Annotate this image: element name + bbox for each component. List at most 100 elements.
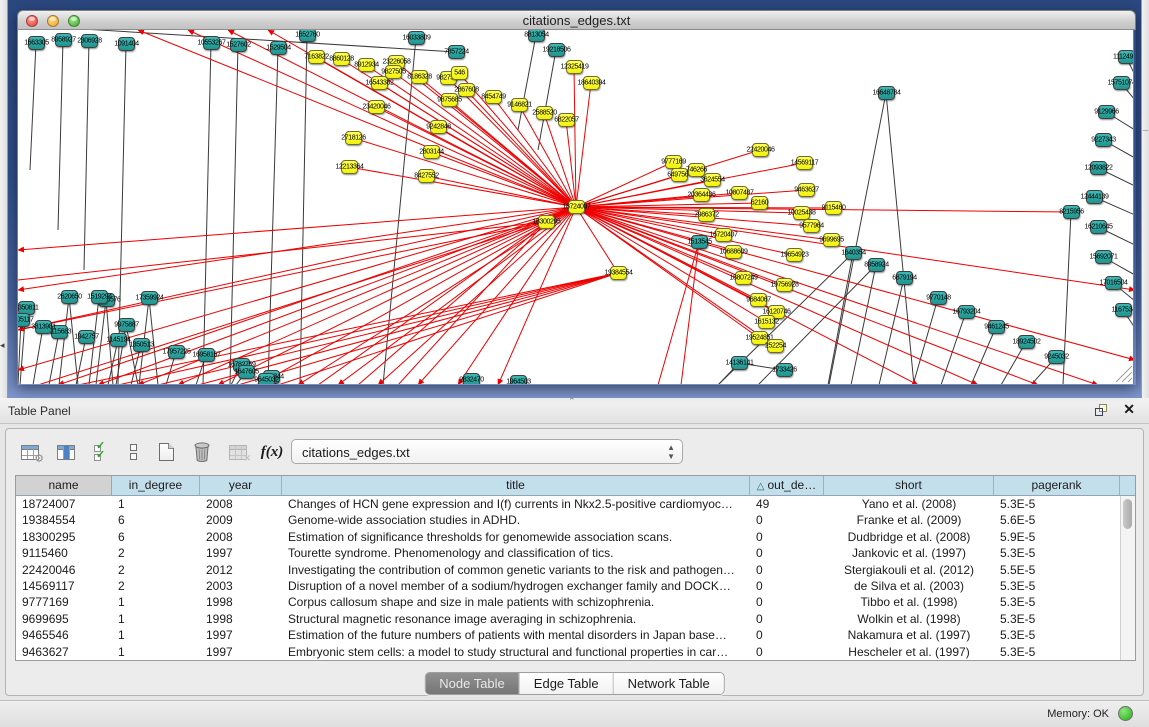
network-node[interactable]: 7857224 [448, 45, 465, 59]
table-cell[interactable]: Jankovic et al. (1997) [824, 545, 994, 561]
network-node[interactable]: 1167534 [1115, 303, 1132, 317]
network-node[interactable]: 1652760 [299, 30, 316, 42]
network-node[interactable]: 16210645 [1090, 220, 1107, 234]
table-cell[interactable]: 9115460 [16, 545, 112, 561]
table-cell[interactable]: 2 [112, 578, 200, 594]
network-node[interactable]: 9777169 [665, 155, 682, 169]
network-node[interactable]: 18640394 [583, 76, 600, 90]
network-node[interactable]: 15751074 [1113, 76, 1130, 90]
table-cell[interactable]: Wolkin et al. (1998) [824, 611, 994, 627]
table-settings-icon[interactable]: ⚙ [16, 437, 44, 467]
table-cell[interactable]: 2 [112, 562, 200, 578]
network-node[interactable]: 1615132 [758, 315, 775, 329]
network-node[interactable]: 19384554 [610, 266, 627, 280]
network-node[interactable]: 8958927 [55, 33, 72, 47]
network-node[interactable]: 1145194 [110, 333, 127, 347]
table-row[interactable]: 1938455462009Genome-wide association stu… [16, 512, 1135, 528]
network-node[interactable]: 9699695 [823, 233, 840, 247]
table-cell[interactable]: 9463627 [16, 644, 112, 660]
network-node[interactable]: 23420046 [368, 100, 385, 114]
network-node[interactable]: 1640354 [845, 246, 862, 260]
table-cell[interactable]: 5.5E-5 [994, 562, 1120, 578]
network-node[interactable]: 8958924 [868, 258, 885, 272]
table-cell[interactable]: 5.3E-5 [994, 496, 1120, 512]
table-cell[interactable]: 18724007 [16, 496, 112, 512]
float-panel-icon[interactable] [1095, 404, 1109, 417]
table-cell[interactable]: 0 [750, 578, 824, 594]
network-node[interactable]: 1529504 [270, 41, 287, 55]
canvas-resize-grip[interactable] [1116, 366, 1132, 382]
network-node[interactable]: 16648784 [878, 86, 895, 100]
table-cell[interactable]: 2008 [200, 496, 282, 512]
network-node[interactable]: 17016504 [1105, 276, 1122, 290]
network-node[interactable]: 2867608 [458, 83, 475, 97]
network-node[interactable]: 18807249 [735, 271, 752, 285]
select-all-rows-icon[interactable]: ✓ ✓ [88, 437, 116, 467]
table-row[interactable]: 1872400712008Changes of HCN gene express… [16, 496, 1135, 512]
network-node[interactable]: 9577964 [803, 219, 820, 233]
network-node[interactable]: 14569117 [796, 156, 813, 170]
network-window-titlebar[interactable]: citations_edges.txt [17, 10, 1136, 30]
table-cell[interactable]: Tourette syndrome. Phenomenology and cla… [282, 545, 750, 561]
memory-status-indicator[interactable] [1118, 706, 1133, 721]
table-cell[interactable]: 1997 [200, 627, 282, 643]
table-cell[interactable]: Corpus callosum shape and size in male p… [282, 594, 750, 610]
table-cell[interactable]: 9699695 [16, 611, 112, 627]
table-cell[interactable]: 1997 [200, 644, 282, 660]
network-node[interactable]: 14136141 [731, 356, 748, 370]
network-node[interactable]: 11124956 [1118, 50, 1134, 64]
scrollbar-thumb[interactable] [1123, 499, 1132, 529]
table-cell[interactable]: 2012 [200, 562, 282, 578]
network-node[interactable]: 9832470 [463, 373, 480, 384]
column-header-short[interactable]: short [824, 476, 994, 495]
network-node[interactable]: 9875685 [441, 93, 458, 107]
table-cell[interactable]: 19384554 [16, 512, 112, 528]
table-cell[interactable]: 1 [112, 594, 200, 610]
network-node[interactable]: 2803144 [423, 145, 440, 159]
network-node[interactable]: 1964503 [510, 375, 527, 384]
table-cell[interactable]: de Silva et al. (2003) [824, 578, 994, 594]
table-cell[interactable]: 9777169 [16, 594, 112, 610]
network-node[interactable]: 12213364 [341, 160, 358, 174]
table-cell[interactable]: 9465546 [16, 627, 112, 643]
table-cell[interactable]: 5.3E-5 [994, 644, 1120, 660]
table-cell[interactable]: 1998 [200, 594, 282, 610]
network-node[interactable]: 9146821 [511, 98, 528, 112]
network-node[interactable]: 8860128 [333, 52, 350, 66]
table-cell[interactable]: 1997 [200, 545, 282, 561]
network-node[interactable]: 19756928 [776, 278, 793, 292]
delete-entries-icon[interactable] [188, 437, 216, 467]
network-node[interactable]: 546 [451, 66, 468, 80]
column-header-in_degree[interactable]: in_degree [112, 476, 200, 495]
table-cell[interactable]: 1 [112, 627, 200, 643]
network-node[interactable]: 10553267 [203, 36, 220, 50]
select-columns-icon[interactable] [52, 437, 80, 467]
network-node[interactable]: 1805117 [17, 313, 30, 327]
table-cell[interactable]: 2003 [200, 578, 282, 594]
network-node[interactable]: 16958167 [198, 348, 215, 362]
table-cell[interactable]: Genome-wide association studies in ADHD. [282, 512, 750, 528]
table-cell[interactable]: 0 [750, 644, 824, 660]
network-node[interactable]: 16793204 [958, 305, 975, 319]
network-node[interactable]: 3313981 [35, 320, 52, 334]
column-header-pagerank[interactable]: pagerank [994, 476, 1120, 495]
network-node[interactable]: 2306928 [81, 34, 98, 48]
table-cell[interactable]: Stergiakouli et al. (2012) [824, 562, 994, 578]
table-cell[interactable]: 5.3E-5 [994, 545, 1120, 561]
network-node[interactable]: 18724007 [568, 200, 585, 214]
table-cell[interactable]: 0 [750, 627, 824, 643]
network-node[interactable]: 15692071 [1095, 250, 1112, 264]
table-cell[interactable]: Disruption of a novel member of a sodium… [282, 578, 750, 594]
network-node[interactable]: 62160 [751, 196, 768, 210]
table-cell[interactable]: 6 [112, 512, 200, 528]
network-node[interactable]: 2718126 [345, 131, 362, 145]
network-node[interactable]: 9975887 [118, 318, 135, 332]
table-cell[interactable]: Yano et al. (2008) [824, 496, 994, 512]
tab-network-table[interactable]: Network Table [614, 673, 724, 694]
left-panel-collapsed-strip[interactable]: ◂ [0, 0, 8, 398]
table-cell[interactable]: 2008 [200, 529, 282, 545]
function-builder-icon[interactable]: f(x) [258, 437, 286, 467]
table-cell[interactable]: 5.6E-5 [994, 512, 1120, 528]
node-table[interactable]: namein_degreeyeartitle△out_de…shortpager… [15, 475, 1136, 661]
network-node[interactable]: 3624554 [704, 173, 721, 187]
